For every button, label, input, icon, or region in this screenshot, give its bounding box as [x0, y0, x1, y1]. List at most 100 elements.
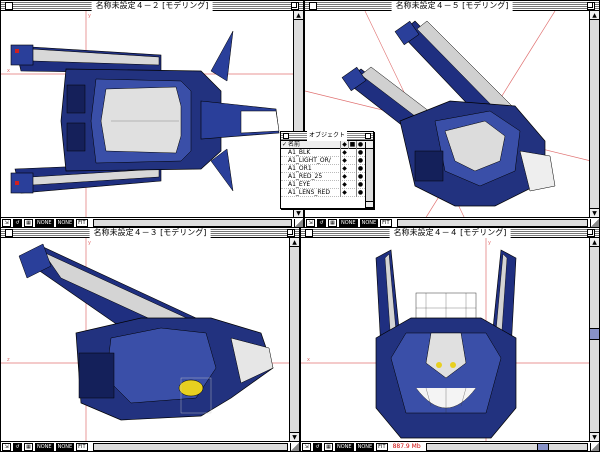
window-statusbar: ⇲ ↺ ▦ NONE NONE FIT [1, 441, 299, 451]
diamond-icon[interactable]: ◆ [340, 188, 348, 197]
horizontal-scrollbar[interactable] [92, 218, 292, 227]
window-titlebar[interactable]: 名称未設定４－５ [モデリング] [305, 1, 599, 11]
rotate-tool-icon[interactable]: ↺ [13, 442, 22, 451]
scroll-thumb[interactable] [590, 328, 599, 340]
viewport-window-top[interactable]: 名称未設定４－２ [モデリング] x y ▲ ▼ ⇲ ↺ ▦ NONE NONE… [0, 0, 304, 228]
dot-icon[interactable]: ● [356, 172, 364, 181]
zoom-box-icon[interactable] [587, 229, 595, 237]
navigate-tool-icon[interactable]: ⇲ [302, 442, 311, 451]
fit-button[interactable]: FIT [380, 218, 392, 227]
scroll-up-arrow-icon[interactable]: ▲ [590, 11, 599, 20]
display-none-button[interactable]: NONE [355, 442, 375, 451]
list-item[interactable]: A1_LENS_RED ◆ ● [281, 188, 373, 197]
zoom-box-icon[interactable] [365, 133, 371, 139]
navigate-tool-icon[interactable]: ⇲ [306, 218, 315, 227]
diamond-icon[interactable]: ◆ [340, 148, 348, 157]
resize-grip-icon[interactable] [590, 442, 599, 451]
window-title: 名称未設定４－５ [モデリング] [391, 1, 513, 11]
object-name: A1_RED_25 [288, 172, 323, 180]
close-box-icon[interactable] [309, 2, 317, 10]
window-titlebar[interactable]: 名称未設定４－３ [モデリング] [1, 228, 299, 238]
display-none-button[interactable]: NONE [55, 218, 75, 227]
scroll-up-arrow-icon[interactable]: ▲ [294, 11, 303, 20]
snap-none-button[interactable]: NONE [339, 218, 358, 227]
zoom-box-icon[interactable] [287, 229, 295, 237]
horizontal-scrollbar[interactable] [425, 442, 588, 451]
window-titlebar[interactable]: 名称未設定４－２ [モデリング] [1, 1, 303, 11]
close-box-icon[interactable] [283, 133, 289, 139]
palette-titlebar[interactable]: オブジェクト [281, 131, 373, 141]
dot-icon[interactable]: ● [356, 148, 364, 157]
model-render-front: x y [301, 238, 589, 441]
grid-toggle-icon[interactable]: ▦ [24, 218, 33, 227]
scroll-thumb[interactable] [536, 443, 549, 450]
scroll-up-arrow-icon[interactable] [366, 142, 373, 149]
zoom-box-icon[interactable] [291, 2, 299, 10]
scroll-down-arrow-icon[interactable]: ▼ [590, 208, 599, 217]
visibility-column-icon[interactable]: ◆ [340, 140, 348, 149]
viewport-window-front[interactable]: 名称未設定４－４ [モデリング] x y ▲ ▼ ⇲ ↺ ▦ NONE NONE… [300, 227, 600, 452]
rotate-tool-icon[interactable]: ↺ [13, 218, 22, 227]
object-name: A1_OR1 [288, 164, 312, 172]
render-column-icon[interactable]: ● [356, 140, 364, 149]
scroll-down-arrow-icon[interactable] [366, 201, 373, 208]
diamond-icon[interactable]: ◆ [340, 156, 348, 165]
dot-icon[interactable]: ● [356, 164, 364, 173]
viewport-canvas[interactable]: x y [1, 11, 293, 217]
rotate-tool-icon[interactable]: ↺ [317, 218, 326, 227]
scroll-down-arrow-icon[interactable]: ▼ [590, 432, 599, 441]
display-none-button[interactable]: NONE [55, 442, 75, 451]
diamond-icon[interactable]: ◆ [340, 172, 348, 181]
horizontal-scrollbar[interactable] [92, 442, 288, 451]
dot-icon[interactable]: ● [356, 188, 364, 197]
diamond-icon[interactable]: ◆ [340, 164, 348, 173]
object-name: A1_LIGHT_OR/ [288, 156, 331, 164]
viewport-canvas[interactable]: x y [301, 238, 589, 441]
resize-grip-icon[interactable] [290, 442, 299, 451]
dot-icon[interactable]: ● [356, 180, 364, 189]
snap-none-button[interactable]: NONE [335, 442, 354, 451]
fit-button[interactable]: FIT [376, 442, 388, 451]
navigate-tool-icon[interactable]: ⇲ [2, 442, 11, 451]
close-box-icon[interactable] [5, 229, 13, 237]
viewport-window-side[interactable]: 名称未設定４－３ [モデリング] z y ▲ ▼ ⇲ ↺ ▦ NONE NONE… [0, 227, 300, 452]
display-none-button[interactable]: NONE [359, 218, 379, 227]
window-statusbar: ⇲ ↺ ▦ NONE NONE FIT 887.9 Mb [301, 441, 599, 451]
grid-toggle-icon[interactable]: ▦ [24, 442, 33, 451]
rotate-tool-icon[interactable]: ↺ [313, 442, 322, 451]
resize-grip-icon[interactable] [294, 218, 303, 227]
horizontal-scrollbar[interactable] [396, 218, 588, 227]
vertical-scrollbar[interactable]: ▲ ▼ [289, 238, 299, 441]
window-title: 名称未設定４－３ [モデリング] [89, 228, 211, 238]
svg-text:y: y [488, 240, 491, 246]
model-render-side: z y [1, 238, 289, 441]
vertical-scrollbar[interactable]: ▲ ▼ [589, 11, 599, 217]
snap-none-button[interactable]: NONE [35, 218, 54, 227]
snap-none-button[interactable]: NONE [35, 442, 54, 451]
dot-icon[interactable]: ● [356, 156, 364, 165]
palette-scrollbar[interactable] [365, 142, 373, 208]
close-box-icon[interactable] [5, 2, 13, 10]
grid-toggle-icon[interactable]: ▦ [328, 218, 337, 227]
close-box-icon[interactable] [305, 229, 313, 237]
scroll-up-arrow-icon[interactable]: ▲ [290, 238, 299, 247]
memory-status: 887.9 Mb [392, 442, 421, 450]
viewport-canvas[interactable]: z y [1, 238, 289, 441]
object-palette[interactable]: オブジェクト ✓ 名前 ◆ ■ ● A1_BLK ◆ ● A1_LIGHT_OR/… [280, 131, 374, 209]
window-statusbar: ⇲ ↺ ▦ NONE NONE FIT [1, 217, 303, 227]
resize-grip-icon[interactable] [590, 218, 599, 227]
window-statusbar: ⇲ ↺ ▦ NONE NONE FIT [305, 217, 599, 227]
scroll-down-arrow-icon[interactable]: ▼ [294, 208, 303, 217]
column-header-name: 名前 [288, 140, 301, 148]
fit-button[interactable]: FIT [76, 442, 88, 451]
scroll-up-arrow-icon[interactable]: ▲ [590, 238, 599, 247]
vertical-scrollbar[interactable]: ▲ ▼ [589, 238, 599, 441]
zoom-box-icon[interactable] [587, 2, 595, 10]
diamond-icon[interactable]: ◆ [340, 180, 348, 189]
grid-toggle-icon[interactable]: ▦ [324, 442, 333, 451]
window-titlebar[interactable]: 名称未設定４－４ [モデリング] [301, 228, 599, 238]
navigate-tool-icon[interactable]: ⇲ [2, 218, 11, 227]
fit-button[interactable]: FIT [76, 218, 88, 227]
lock-column-icon[interactable]: ■ [348, 140, 356, 149]
scroll-down-arrow-icon[interactable]: ▼ [290, 432, 299, 441]
